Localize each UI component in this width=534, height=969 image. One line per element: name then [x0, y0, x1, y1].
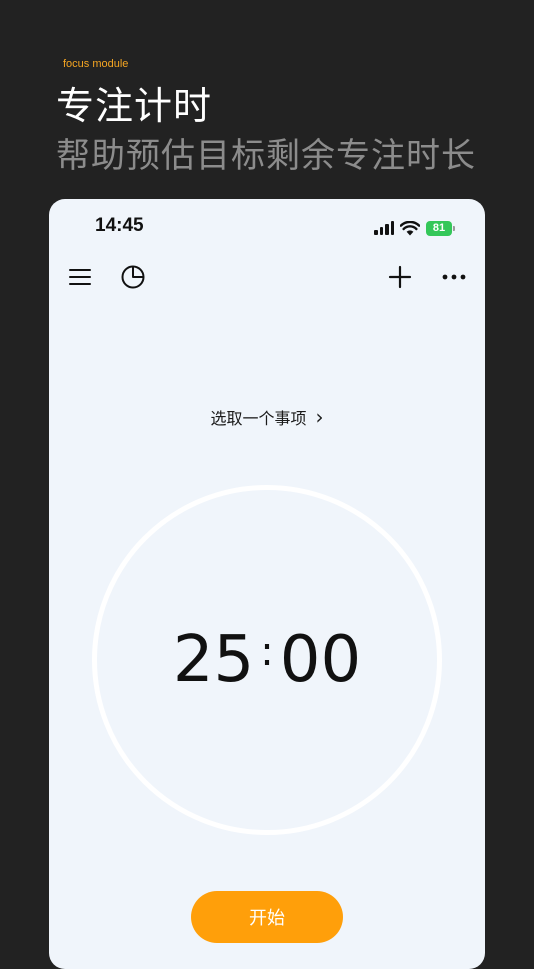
status-indicators: 81 — [374, 218, 455, 238]
more-button[interactable] — [440, 263, 468, 291]
wifi-icon — [400, 220, 420, 235]
pie-chart-icon — [121, 265, 145, 289]
promo-tag: focus module — [63, 58, 129, 70]
cellular-signal-icon — [374, 221, 394, 235]
timer-minutes: 25 — [172, 623, 255, 697]
menu-button[interactable] — [66, 263, 94, 291]
select-task-label: 选取一个事项 — [210, 409, 307, 428]
chevron-right-icon: › — [315, 405, 324, 429]
timer-display: 25 : 00 — [49, 623, 485, 697]
promo-title: 专注计时 — [56, 84, 213, 128]
phone-screen: 14:45 81 选取一个事项 › 25: 00 开始 — [49, 199, 485, 969]
add-button[interactable] — [386, 263, 414, 291]
start-button[interactable]: 开始 — [191, 891, 343, 943]
promo-subtitle: 帮助预估目标剩余专注时长 — [56, 136, 476, 176]
battery-icon: 81 — [426, 220, 452, 236]
timer-seconds: 00 — [279, 623, 362, 697]
battery-level: 81 — [432, 222, 446, 234]
select-task-button[interactable]: 选取一个事项 › — [49, 405, 485, 429]
status-time: 14:45 — [95, 215, 144, 236]
battery-cap — [453, 225, 455, 231]
more-icon — [442, 274, 466, 280]
timer-separator: : — [260, 629, 274, 675]
statistics-button[interactable] — [119, 263, 147, 291]
menu-icon — [69, 269, 91, 285]
plus-icon — [388, 265, 412, 289]
